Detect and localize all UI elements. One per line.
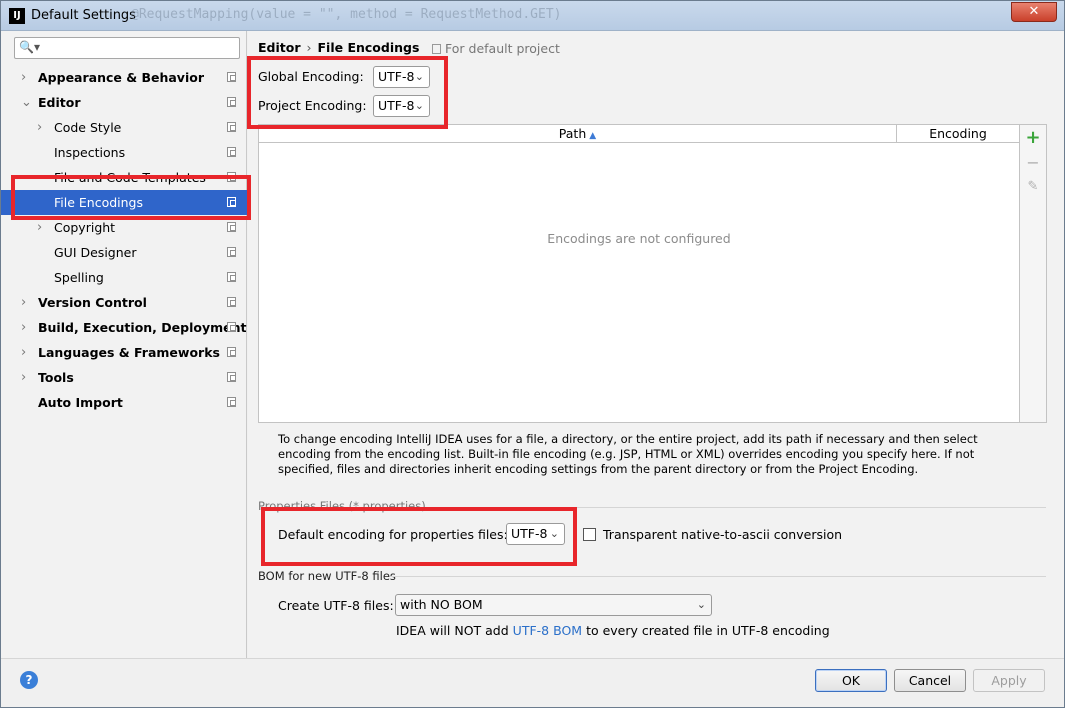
copy-settings-icon	[227, 97, 236, 107]
sidebar-item-label: Code Style	[54, 120, 122, 135]
sort-ascending-icon: ▲	[589, 131, 597, 141]
window-title: Default Settings	[31, 8, 136, 23]
chevron-right-icon[interactable]: ›	[21, 365, 26, 390]
table-toolbar: + − ✎	[1020, 124, 1047, 423]
annotation-box-file-encodings	[11, 175, 251, 220]
chevron-right-icon[interactable]: ›	[21, 290, 26, 315]
ok-button[interactable]: OK	[815, 669, 887, 692]
utf8-bom-link[interactable]: UTF-8 BOM	[513, 623, 582, 638]
sidebar-item[interactable]: Spelling	[1, 265, 247, 290]
column-header-encoding[interactable]: Encoding	[897, 125, 1019, 143]
copy-settings-icon	[227, 372, 236, 382]
empty-table-message: Encodings are not configured	[547, 231, 731, 246]
sidebar-item[interactable]: GUI Designer	[1, 240, 247, 265]
chevron-right-icon[interactable]: ›	[21, 340, 26, 365]
bom-group-divider	[390, 576, 1046, 577]
apply-button[interactable]: Apply	[973, 669, 1045, 692]
create-utf8-files-value: with NO BOM	[400, 597, 483, 612]
sidebar-item[interactable]: › Version Control	[1, 290, 247, 315]
path-header-label: Path	[558, 126, 587, 141]
settings-search-input[interactable]: 🔍▾	[14, 37, 240, 59]
sidebar-item-label: Version Control	[38, 295, 147, 310]
sidebar-item[interactable]: ⌄ Editor	[1, 90, 247, 115]
sidebar-item[interactable]: Inspections	[1, 140, 247, 165]
chevron-right-icon[interactable]: ›	[37, 115, 42, 140]
remove-icon[interactable]: −	[1020, 153, 1046, 172]
sidebar-item-label: Spelling	[54, 270, 104, 285]
background-code-text: @RequestMapping(value = "", method = Req…	[131, 7, 562, 22]
scope-label: For default project	[445, 41, 560, 56]
help-icon[interactable]: ?	[20, 671, 38, 689]
copy-settings-icon	[227, 122, 236, 132]
breadcrumb-separator: ›	[306, 40, 312, 55]
bom-group-title: BOM for new UTF-8 files	[258, 569, 396, 583]
breadcrumb: Editor › File Encodings	[258, 40, 419, 55]
chevron-right-icon[interactable]: ›	[21, 315, 26, 340]
chevron-down-icon: ⌄	[696, 598, 706, 611]
chevron-right-icon[interactable]: ›	[21, 65, 26, 90]
copy-settings-icon	[227, 347, 236, 357]
copy-settings-icon	[227, 247, 236, 257]
sidebar-item-label: Languages & Frameworks	[38, 345, 220, 360]
breadcrumb-editor: Editor	[258, 40, 301, 55]
add-icon[interactable]: +	[1020, 127, 1046, 148]
encodings-table[interactable]: Path ▲ Encoding Encodings are not configu…	[258, 124, 1020, 423]
create-utf8-files-label: Create UTF-8 files:	[278, 598, 394, 613]
annotation-box-properties	[261, 507, 577, 566]
copy-settings-icon	[227, 72, 236, 82]
title-bar: IJ Default Settings @RequestMapping(valu…	[1, 1, 1064, 31]
search-icon: 🔍▾	[19, 40, 40, 54]
close-button[interactable]: ✕	[1011, 2, 1057, 22]
sidebar-item[interactable]: › Tools	[1, 365, 247, 390]
sidebar-item[interactable]: › Appearance & Behavior	[1, 65, 247, 90]
sidebar-item-label: Editor	[38, 95, 81, 110]
transparent-conversion-checkbox[interactable]	[583, 528, 596, 541]
bom-note-prefix: IDEA will NOT add	[396, 623, 509, 638]
sidebar-item-label: Appearance & Behavior	[38, 70, 204, 85]
bom-note: IDEA will NOT add UTF-8 BOM to every cre…	[396, 623, 830, 638]
breadcrumb-file-encodings: File Encodings	[317, 40, 420, 55]
copy-settings-icon	[227, 322, 236, 332]
copy-settings-icon	[227, 297, 236, 307]
edit-icon[interactable]: ✎	[1020, 179, 1046, 194]
settings-sidebar: 🔍▾ › Appearance & Behavior ⌄ Editor › Code St…	[1, 31, 247, 658]
copy-settings-icon	[227, 147, 236, 157]
sidebar-item-label: Build, Execution, Deployment	[38, 320, 247, 335]
sidebar-item-label: GUI Designer	[54, 245, 137, 260]
project-scope-icon	[432, 44, 441, 54]
dialog-button-bar: ? OK Cancel Apply	[1, 658, 1064, 707]
sidebar-item[interactable]: › Code Style	[1, 115, 247, 140]
sidebar-item[interactable]: › Languages & Frameworks	[1, 340, 247, 365]
copy-settings-icon	[227, 272, 236, 282]
sidebar-item-label: Tools	[38, 370, 74, 385]
sidebar-item[interactable]: Auto Import	[1, 390, 247, 415]
sidebar-item-label: Inspections	[54, 145, 126, 160]
settings-dialog: IJ Default Settings @RequestMapping(valu…	[0, 0, 1065, 708]
scope-note: For default project	[432, 41, 560, 56]
chevron-down-icon[interactable]: ⌄	[21, 90, 32, 115]
copy-settings-icon	[227, 222, 236, 232]
help-description: To change encoding IntelliJ IDEA uses fo…	[278, 432, 978, 476]
cancel-button[interactable]: Cancel	[894, 669, 966, 692]
bom-note-suffix: to every created file in UTF-8 encoding	[586, 623, 830, 638]
transparent-conversion-label: Transparent native-to-ascii conversion	[603, 527, 843, 542]
sidebar-item-label: Auto Import	[38, 395, 123, 410]
copy-settings-icon	[227, 397, 236, 407]
sidebar-item[interactable]: › Build, Execution, Deployment	[1, 315, 247, 340]
create-utf8-files-select[interactable]: with NO BOM ⌄	[395, 594, 712, 616]
annotation-box-encodings	[247, 56, 448, 129]
intellij-app-icon: IJ	[9, 8, 25, 24]
